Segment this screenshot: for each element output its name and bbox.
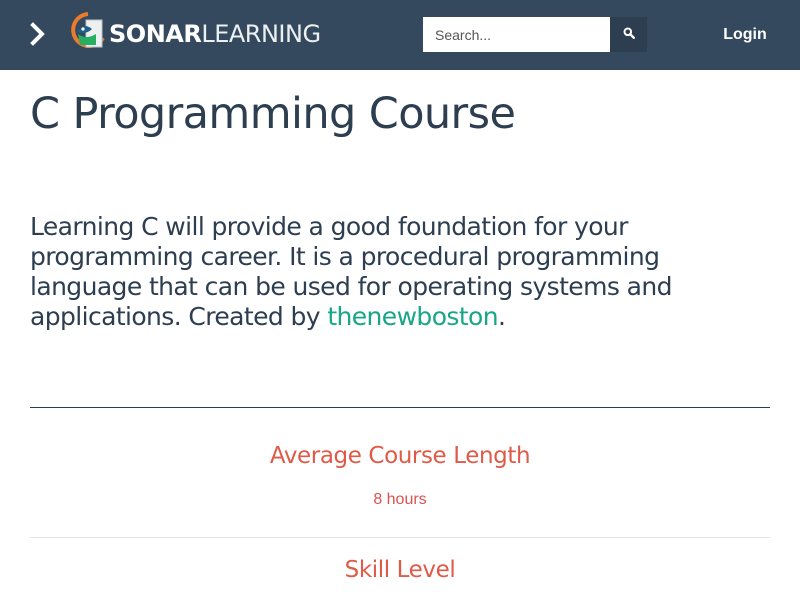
brand-name-light: LEARNING bbox=[201, 20, 321, 48]
page-title: C Programming Course bbox=[30, 89, 516, 139]
course-length-label: Average Course Length bbox=[269, 443, 531, 469]
description-end: . bbox=[497, 302, 506, 331]
stat-divider bbox=[30, 537, 770, 538]
search-icon bbox=[623, 27, 635, 42]
sonar-logo-icon bbox=[70, 11, 109, 57]
course-length-value: 8 hours bbox=[373, 491, 427, 508]
skill-level-label: Skill Level bbox=[344, 557, 456, 583]
brand-logo-link[interactable]: SONARLEARNING bbox=[70, 11, 321, 57]
search-button[interactable] bbox=[610, 17, 647, 52]
chevron-right-icon[interactable] bbox=[24, 20, 52, 48]
search-input[interactable] bbox=[423, 17, 610, 52]
author-link[interactable]: thenewboston bbox=[327, 302, 498, 331]
login-link[interactable]: Login bbox=[712, 24, 778, 46]
course-description: Learning C will provide a good foundatio… bbox=[30, 212, 730, 332]
brand-name: SONARLEARNING bbox=[109, 22, 321, 46]
section-divider bbox=[30, 407, 770, 408]
top-navbar: SONARLEARNING Login bbox=[0, 0, 800, 70]
brand-name-bold: SONAR bbox=[109, 20, 202, 48]
